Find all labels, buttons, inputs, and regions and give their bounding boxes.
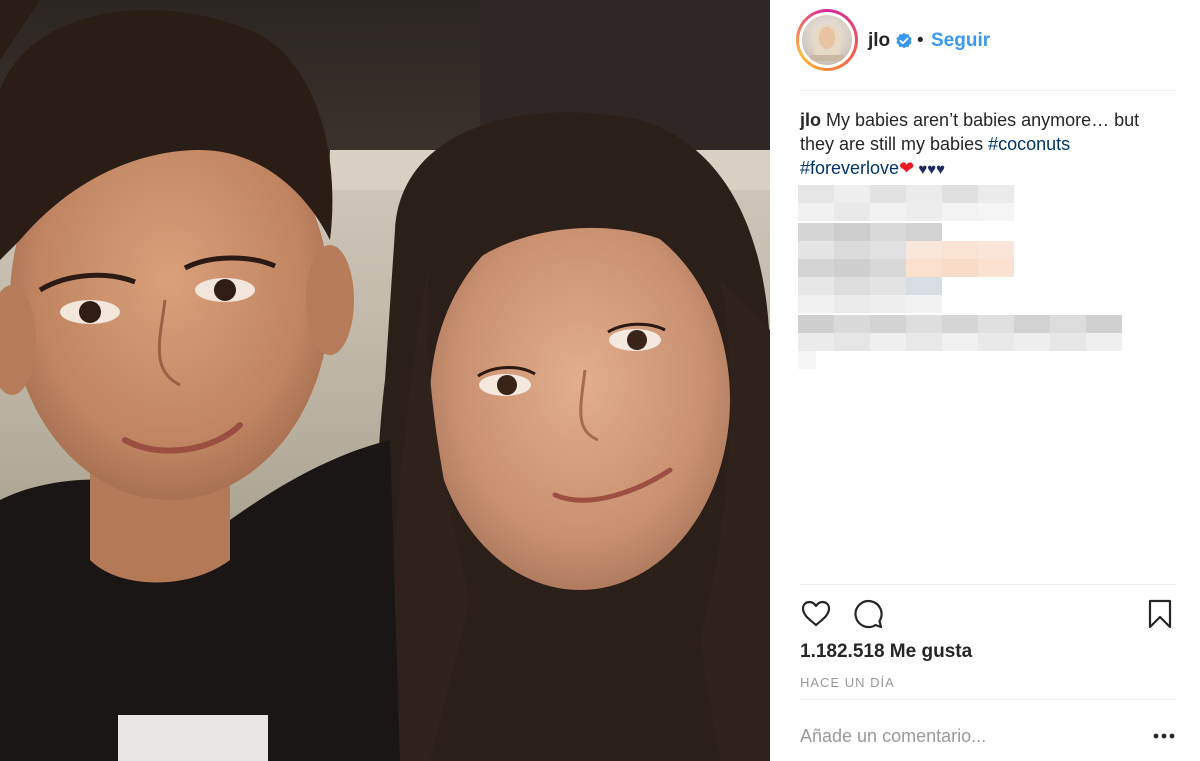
heart-outline-icon[interactable] (800, 598, 832, 630)
header-separator: • (917, 30, 924, 51)
avatar-image (810, 24, 844, 61)
story-ring[interactable] (796, 9, 858, 71)
navy-hearts-emoji: ♥♥♥ (914, 161, 946, 178)
caption-text: My babies aren’t babies anymore… but the… (800, 110, 1140, 154)
avatar-border (799, 12, 855, 68)
speech-bubble-icon[interactable] (852, 598, 884, 630)
hashtag-coconuts[interactable]: #coconuts (988, 134, 1070, 154)
post-side-panel: jlo • Seguir jlo My babies aren’t babies… (770, 0, 1200, 761)
actions-divider (800, 584, 1176, 585)
bookmark-icon[interactable] (1144, 598, 1176, 630)
red-heart-emoji: ❤ (899, 158, 915, 178)
post-timestamp[interactable]: HACE UN DÍA (800, 675, 895, 690)
post-header: jlo • Seguir (770, 0, 1200, 90)
avatar[interactable] (802, 15, 852, 65)
post-caption: jlo My babies aren’t babies anymore… but… (800, 108, 1172, 182)
instagram-post: jlo • Seguir jlo My babies aren’t babies… (0, 0, 1200, 761)
follow-button[interactable]: Seguir (931, 30, 990, 52)
photo-image (0, 0, 770, 761)
pixelated-redacted-comments (798, 185, 1122, 369)
caption-username[interactable]: jlo (800, 110, 821, 130)
comment-divider (800, 699, 1176, 700)
ellipsis-icon[interactable] (1150, 726, 1178, 746)
header-divider (800, 90, 1176, 91)
post-photo[interactable] (0, 0, 770, 761)
username[interactable]: jlo (868, 30, 890, 52)
likes-count[interactable]: 1.182.518 Me gusta (800, 641, 972, 663)
verified-badge-icon (896, 32, 912, 49)
comment-input[interactable] (800, 722, 1130, 750)
hashtag-foreverlove[interactable]: #foreverlove (800, 158, 899, 178)
